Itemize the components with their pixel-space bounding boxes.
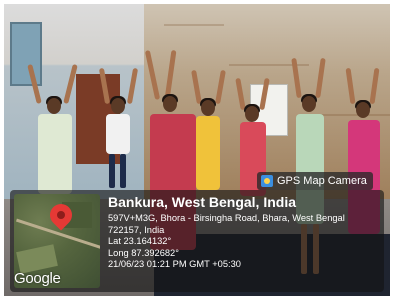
camera-icon (261, 175, 273, 187)
person-4 (191, 69, 226, 190)
address-line-1: 597V+M3G, Bhora - Birsingha Road, Bhara,… (108, 213, 345, 223)
latitude: Lat 23.164132° (108, 236, 172, 247)
location-title: Bankura, West Bengal, India (108, 194, 297, 210)
person-2 (98, 67, 140, 188)
person-1 (27, 63, 88, 194)
datetime: 21/06/23 01:21 PM GMT +05:30 (108, 259, 241, 270)
longitude: Long 87.392682° (108, 247, 179, 258)
wall-tile-line (164, 24, 224, 26)
address-line-2: 722157, India (108, 224, 165, 235)
location-info: Bankura, West Bengal, India 597V+M3G, Bh… (108, 194, 382, 271)
badge-label: GPS Map Camera (277, 175, 367, 187)
gps-camera-badge: GPS Map Camera (257, 172, 373, 190)
google-watermark: Google (14, 270, 61, 287)
